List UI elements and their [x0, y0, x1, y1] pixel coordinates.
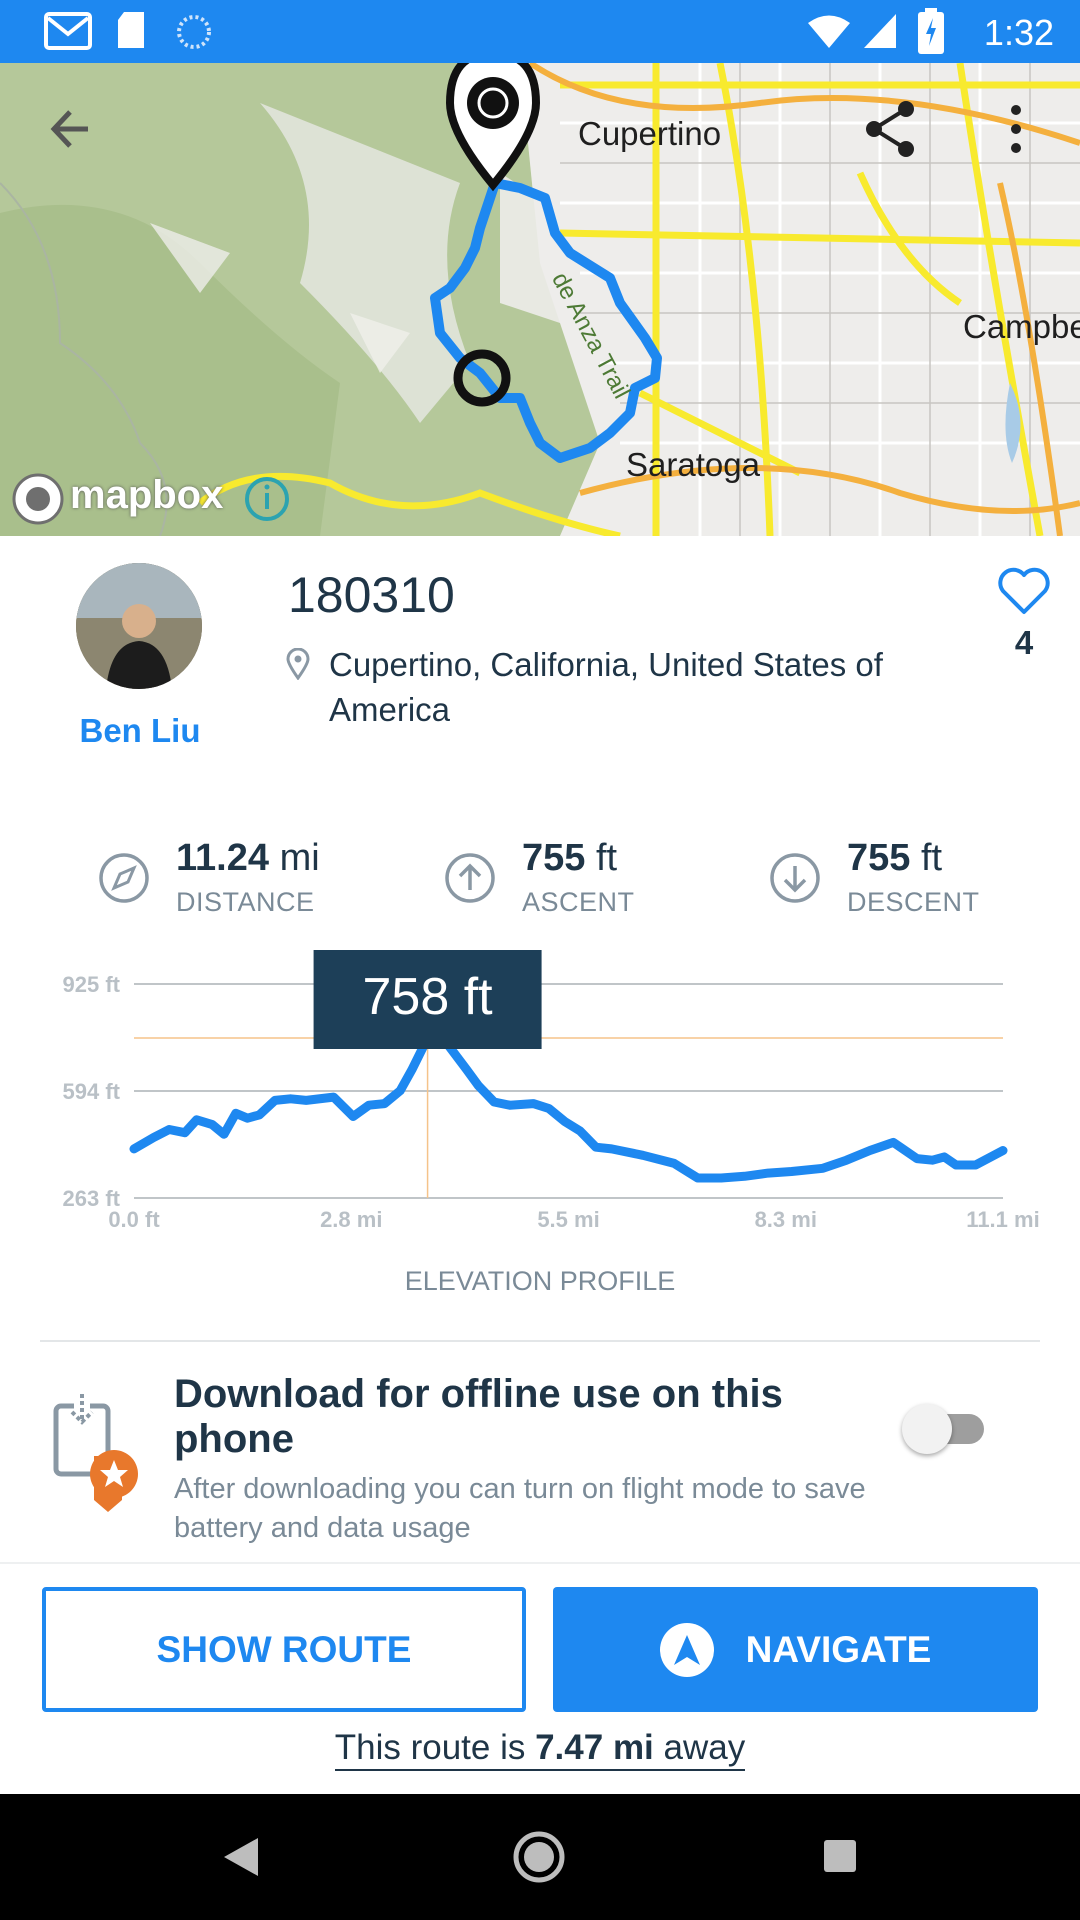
avatar[interactable]: [76, 563, 202, 689]
location-pin-icon: [286, 648, 310, 680]
ascent-label: ASCENT: [522, 887, 635, 917]
elevation-line: [129, 1033, 1008, 1183]
x-tick-label: 11.1 mi: [966, 1207, 1039, 1232]
battery-charging-icon: [918, 8, 944, 54]
ascent-value: 755 ft: [522, 837, 618, 879]
share-icon[interactable]: [864, 99, 916, 159]
map-label-cupertino: Cupertino: [578, 115, 722, 152]
gmail-icon: [44, 12, 92, 50]
offline-download-icon: [53, 1394, 138, 1512]
like-count: 4: [1014, 624, 1034, 661]
back-nav-icon[interactable]: [220, 1834, 262, 1880]
elevation-chart[interactable]: 925 ft594 ft263 ft0.0 ft 2.8 mi 5.5 mi 8.3 …: [0, 950, 1080, 1240]
show-route-label: SHOW ROUTE: [156, 1628, 412, 1670]
descent-label: DESCENT: [847, 887, 980, 917]
heart-icon[interactable]: [996, 566, 1052, 616]
system-nav-bar: [0, 1794, 1080, 1920]
descent-icon: [770, 853, 820, 903]
descent-value: 755 ft: [847, 837, 943, 879]
chart-caption: ELEVATION PROFILE: [404, 1266, 676, 1296]
route-title: 180310: [288, 567, 455, 623]
y-tick-label: 925 ft: [63, 972, 121, 997]
home-nav-icon[interactable]: [512, 1830, 566, 1884]
divider: [40, 1340, 1040, 1342]
more-options-icon[interactable]: [1004, 101, 1028, 157]
navigate-button[interactable]: NAVIGATE: [553, 1587, 1038, 1712]
status-bar: 1:32: [0, 0, 1080, 63]
route-away-text[interactable]: This route is 7.47 mi away: [0, 1728, 1080, 1771]
ascent-icon: [445, 853, 495, 903]
recents-nav-icon[interactable]: [820, 1836, 860, 1876]
x-tick-label: 0.0 ft: [108, 1207, 160, 1232]
x-tick-label: 2.8 mi: [320, 1207, 382, 1232]
panel-separator: [0, 1562, 1080, 1564]
distance-label: DISTANCE: [176, 887, 315, 917]
sd-card-icon: [118, 12, 144, 48]
compass-icon: [99, 853, 149, 903]
y-tick-label: 594 ft: [63, 1079, 121, 1104]
map-label-saratoga: Saratoga: [626, 446, 760, 483]
offline-toggle-knob[interactable]: [902, 1404, 952, 1454]
clock: 1:32: [983, 12, 1054, 53]
route-map[interactable]: Cupertino Saratoga Campbe de Anza Trail …: [0, 63, 1080, 536]
signal-icon: [864, 14, 896, 48]
author-name[interactable]: Ben Liu: [40, 712, 240, 750]
sync-icon: [177, 15, 211, 49]
map-label-campbell: Campbe: [963, 308, 1080, 345]
route-location: Cupertino, California, United States of …: [329, 646, 883, 728]
offline-subtitle: After downloading you can turn on flight…: [174, 1473, 866, 1544]
mapbox-attribution: mapbox: [70, 473, 224, 517]
tooltip-label: 758 ft: [363, 968, 494, 1026]
navigation-arrow-icon: [659, 1622, 714, 1677]
distance-value: 11.24 mi: [176, 837, 320, 879]
map-canvas: [0, 63, 1080, 536]
avatar-photo: [76, 563, 202, 689]
x-tick-label: 5.5 mi: [537, 1207, 599, 1232]
wifi-icon: [808, 15, 850, 48]
back-arrow-icon[interactable]: [46, 103, 98, 155]
x-tick-label: 8.3 mi: [755, 1207, 817, 1232]
show-route-button[interactable]: SHOW ROUTE: [42, 1587, 526, 1712]
offline-title: Download for offline use on this phone: [174, 1372, 783, 1461]
navigate-label: NAVIGATE: [745, 1628, 932, 1670]
